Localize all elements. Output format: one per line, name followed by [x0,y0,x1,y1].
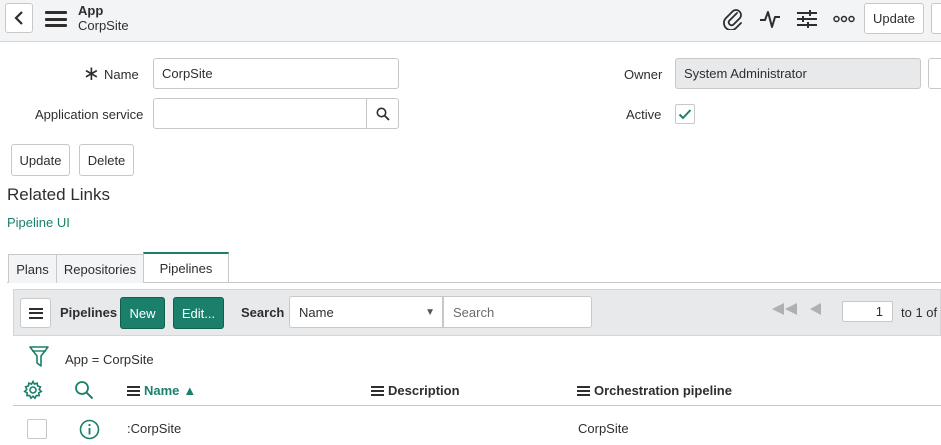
more-options-icon[interactable] [832,8,856,30]
delete-button[interactable]: Delete [79,144,134,176]
list-search-input[interactable]: Search [443,296,592,328]
column-header-description[interactable]: Description [371,383,460,398]
owner-info-button[interactable] [928,58,941,89]
search-label: Search [241,305,285,320]
related-links-heading: Related Links [7,185,111,204]
tabs-divider [7,282,941,283]
column-menu-icon[interactable] [127,385,140,396]
record-title: App CorpSite [78,3,129,33]
header-update-button[interactable]: Update [864,3,924,34]
row-select-checkbox[interactable] [27,419,47,439]
new-button[interactable]: New [120,297,165,329]
cell-orchestration-pipeline[interactable]: CorpSite [578,421,629,436]
name-label: Name [104,67,139,82]
application-service-field[interactable] [153,98,367,129]
list-settings-gear-icon[interactable] [23,379,43,403]
required-indicator-icon: ∗ [83,63,100,85]
owner-label: Owner [624,67,663,82]
filter-value: CorpSite [102,352,154,367]
column-header-name[interactable]: Name ▲ [127,383,196,398]
sort-ascending-icon: ▲ [183,383,197,398]
filter-breadcrumb[interactable]: App = CorpSite [65,352,154,367]
back-button[interactable] [5,3,33,33]
search-icon [376,107,390,121]
pipeline-ui-link[interactable]: Pipeline UI [7,215,70,230]
filter-field: App = [65,352,100,367]
tab-pipelines[interactable]: Pipelines [143,252,229,282]
header-more-button[interactable] [931,3,941,34]
tab-repositories[interactable]: Repositories [56,254,144,283]
column-header-orchestration-pipeline[interactable]: Orchestration pipeline [577,383,732,398]
app-header: App CorpSite Update [0,0,941,42]
filter-icon[interactable] [29,346,49,371]
previous-page-icon[interactable] [810,303,822,318]
list-title: Pipelines [60,305,118,320]
activity-icon[interactable] [758,8,782,30]
edit-button[interactable]: Edit... [173,297,224,329]
list-context-menu-button[interactable] [20,298,51,328]
checkmark-icon [678,109,692,120]
update-button[interactable]: Update [11,144,70,176]
info-icon[interactable] [79,419,100,443]
paperclip-icon[interactable] [721,8,745,30]
page-number-input[interactable]: 1 [842,301,893,322]
cell-name[interactable]: :CorpSite [127,421,181,436]
owner-field: System Administrator [675,58,921,89]
settings-sliders-icon[interactable] [795,8,819,30]
form-context-menu-icon[interactable] [45,11,67,27]
record-name: CorpSite [78,18,129,33]
page-count-text: to 1 of 1 [901,305,941,320]
table-label: App [78,3,104,18]
application-service-label: Application service [35,107,144,122]
search-field-value: Name [299,304,334,320]
first-page-icon[interactable] [772,303,798,318]
column-menu-icon[interactable] [371,385,384,396]
active-label: Active [626,107,662,122]
column-orchestration-label: Orchestration pipeline [594,383,732,398]
active-checkbox[interactable] [675,104,695,124]
search-field-select[interactable]: Name ▼ [289,296,443,328]
tab-plans[interactable]: Plans [8,254,57,283]
column-description-label: Description [388,383,460,398]
name-field[interactable]: CorpSite [153,58,399,89]
lookup-button[interactable] [366,98,399,129]
column-name-label: Name [144,383,180,398]
list-menu-icon [28,307,43,319]
column-search-icon[interactable] [74,380,94,403]
column-menu-icon[interactable] [577,385,590,396]
caret-down-icon: ▼ [425,307,435,318]
chevron-left-icon [14,11,23,25]
